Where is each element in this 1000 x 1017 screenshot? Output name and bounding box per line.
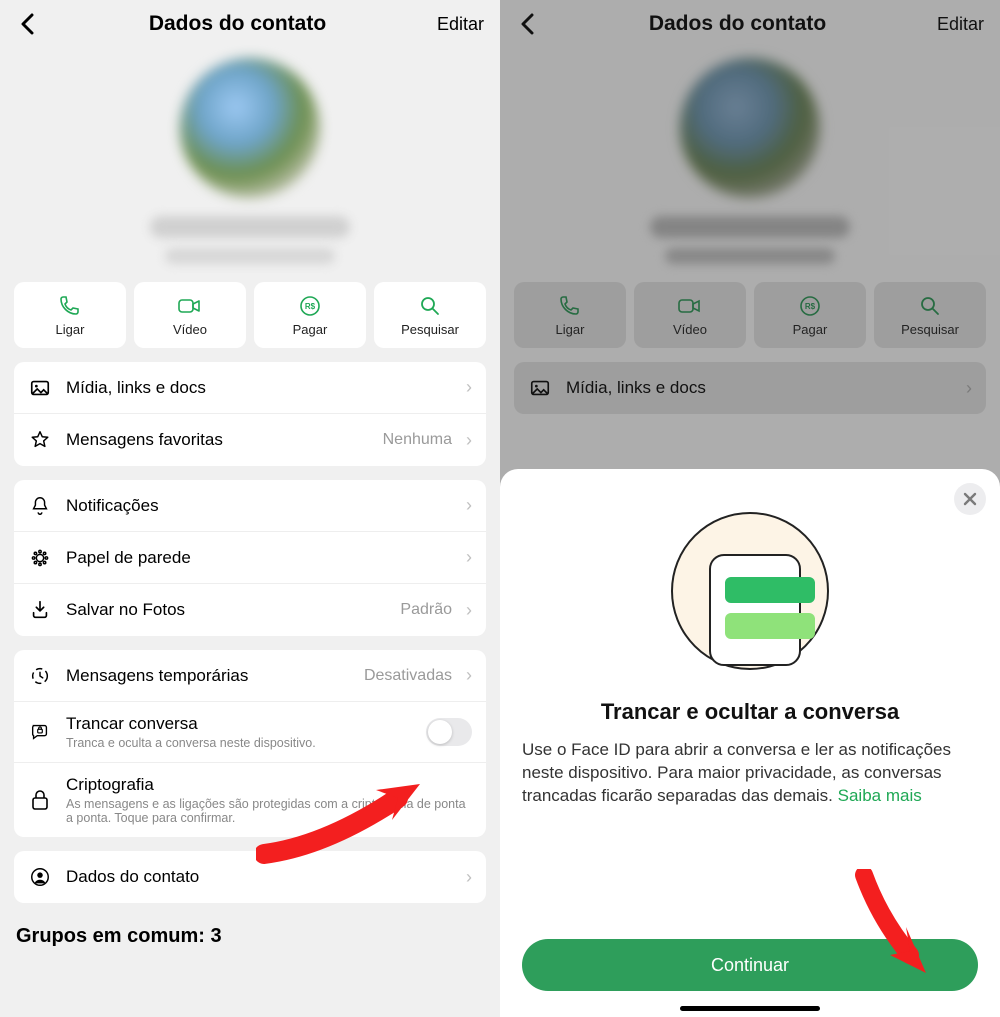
- lock-chat-label: Trancar conversa: [66, 714, 412, 734]
- row-save-photos[interactable]: Salvar no Fotos Padrão ›: [14, 584, 486, 636]
- chevron-right-icon: ›: [466, 665, 472, 686]
- encryption-sub: As mensagens e as ligações são protegida…: [66, 797, 472, 825]
- row-contact-details[interactable]: Dados do contato ›: [14, 851, 486, 903]
- download-icon: [28, 599, 52, 621]
- lock-icon: [28, 789, 52, 811]
- chevron-right-icon: ›: [466, 547, 472, 568]
- row-favorites[interactable]: Mensagens favoritas Nenhuma ›: [14, 414, 486, 466]
- chevron-right-icon: ›: [466, 867, 472, 888]
- row-wallpaper[interactable]: Papel de parede ›: [14, 532, 486, 584]
- close-icon: [963, 492, 977, 506]
- search-button[interactable]: Pesquisar: [374, 282, 486, 348]
- contact-details-label: Dados do contato: [66, 867, 452, 887]
- header: Dados do contato Editar: [0, 0, 500, 48]
- row-encryption[interactable]: Criptografia As mensagens e as ligações …: [14, 763, 486, 837]
- chevron-right-icon: ›: [466, 377, 472, 398]
- sheet-body: Use o Face ID para abrir a conversa e le…: [522, 739, 978, 808]
- page-title: Dados do contato: [149, 12, 326, 36]
- section-media: Mídia, links e docs › Mensagens favorita…: [14, 362, 486, 466]
- chevron-right-icon: ›: [466, 600, 472, 621]
- pay-label: Pagar: [293, 322, 328, 337]
- continue-label: Continuar: [711, 955, 789, 976]
- chevron-right-icon: ›: [466, 495, 472, 516]
- save-photos-value: Padrão: [400, 601, 452, 619]
- profile-block: [0, 48, 500, 282]
- edit-button[interactable]: Editar: [437, 14, 484, 35]
- row-lock-chat[interactable]: Trancar conversa Tranca e oculta a conve…: [14, 702, 486, 763]
- favorites-label: Mensagens favoritas: [66, 430, 369, 450]
- favorites-value: Nenhuma: [383, 431, 452, 449]
- contact-phone: [165, 248, 335, 264]
- star-icon: [28, 429, 52, 451]
- back-icon[interactable]: [16, 13, 38, 35]
- section-privacy: Mensagens temporárias Desativadas › Tran…: [14, 650, 486, 837]
- lock-chat-sheet: Trancar e ocultar a conversa Use o Face …: [500, 469, 1000, 1017]
- search-icon: [418, 294, 442, 318]
- video-label: Vídeo: [173, 322, 207, 337]
- action-row: Ligar Vídeo R$ Pagar Pesquisar: [0, 282, 500, 362]
- continue-button[interactable]: Continuar: [522, 939, 978, 991]
- lock-chat-toggle[interactable]: [426, 718, 472, 746]
- close-button[interactable]: [954, 483, 986, 515]
- video-button[interactable]: Vídeo: [134, 282, 246, 348]
- media-label: Mídia, links e docs: [66, 378, 452, 398]
- sheet-title: Trancar e ocultar a conversa: [522, 699, 978, 725]
- video-icon: [177, 294, 203, 318]
- row-disappearing[interactable]: Mensagens temporárias Desativadas ›: [14, 650, 486, 702]
- call-label: Ligar: [56, 322, 85, 337]
- save-photos-label: Salvar no Fotos: [66, 600, 386, 620]
- row-notifications[interactable]: Notificações ›: [14, 480, 486, 532]
- search-label: Pesquisar: [401, 322, 459, 337]
- home-indicator: [680, 1006, 820, 1011]
- timer-icon: [28, 665, 52, 687]
- svg-text:R$: R$: [305, 302, 316, 311]
- disappearing-label: Mensagens temporárias: [66, 666, 350, 686]
- row-media[interactable]: Mídia, links e docs ›: [14, 362, 486, 414]
- screen-contact-info: Dados do contato Editar Ligar Vídeo R$ P…: [0, 0, 500, 1017]
- wallpaper-icon: [28, 547, 52, 569]
- contact-name: [150, 216, 350, 238]
- disappearing-value: Desativadas: [364, 667, 452, 685]
- notifications-label: Notificações: [66, 496, 452, 516]
- bell-icon: [28, 495, 52, 517]
- groups-in-common: Grupos em comum: 3: [0, 917, 500, 956]
- avatar[interactable]: [180, 58, 320, 198]
- lock-chat-icon: [28, 721, 52, 743]
- screen-lock-sheet: Dados do contato Editar Ligar Vídeo R$ P…: [500, 0, 1000, 1017]
- lock-chat-sub: Tranca e oculta a conversa neste disposi…: [66, 736, 412, 750]
- phone-icon: [58, 294, 82, 318]
- section-contact: Dados do contato ›: [14, 851, 486, 903]
- contact-icon: [28, 866, 52, 888]
- encryption-label: Criptografia: [66, 775, 472, 795]
- chevron-right-icon: ›: [466, 430, 472, 451]
- pay-icon: R$: [298, 294, 322, 318]
- lock-illustration-icon: [670, 511, 830, 671]
- wallpaper-label: Papel de parede: [66, 548, 452, 568]
- learn-more-link[interactable]: Saiba mais: [838, 786, 922, 805]
- media-icon: [28, 377, 52, 399]
- section-settings: Notificações › Papel de parede › Salvar …: [14, 480, 486, 636]
- pay-button[interactable]: R$ Pagar: [254, 282, 366, 348]
- call-button[interactable]: Ligar: [14, 282, 126, 348]
